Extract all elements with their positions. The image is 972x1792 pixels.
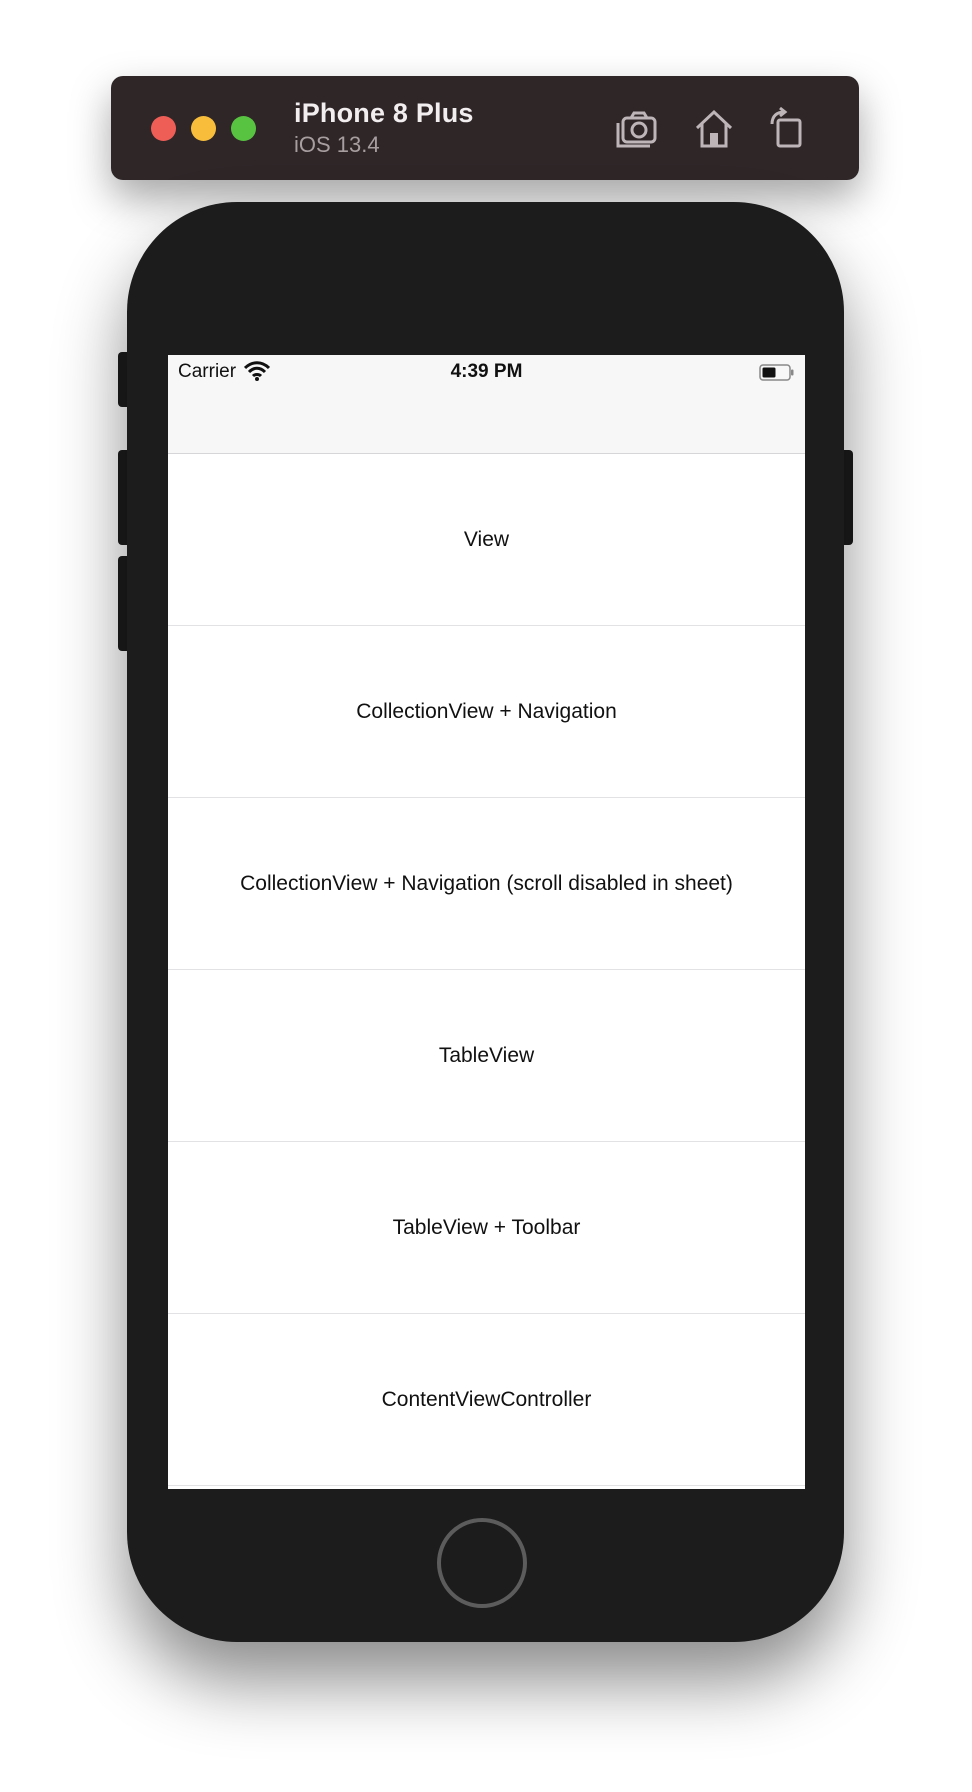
list-item-collectionview-navigation-scroll-disabled[interactable]: CollectionView + Navigation (scroll disa… [168,798,805,970]
simulator-stage: iPhone 8 Plus iOS 13.4 Carrier 4:39 PM V… [0,0,972,1792]
list-item-tableview[interactable]: TableView [168,970,805,1142]
list-item-contentviewcontroller[interactable]: ContentViewController [168,1314,805,1486]
status-time: 4:39 PM [450,361,523,382]
minimize-window-button[interactable] [191,116,216,141]
phone-screen: Carrier 4:39 PM View CollectionView + Na… [168,355,805,1489]
os-version: iOS 13.4 [294,132,380,157]
list-item-collectionview-navigation[interactable]: CollectionView + Navigation [168,626,805,798]
home-button[interactable] [437,1518,527,1608]
list-item-tableview-toolbar[interactable]: TableView + Toolbar [168,1142,805,1314]
device-name: iPhone 8 Plus [294,98,474,128]
menu-list: View CollectionView + Navigation Collect… [168,454,805,1486]
rotate-icon[interactable] [764,106,810,150]
list-item-view[interactable]: View [168,454,805,626]
camera-icon[interactable] [614,106,660,150]
battery-icon [759,364,794,381]
status-bar: Carrier 4:39 PM [168,355,805,389]
zoom-window-button[interactable] [231,116,256,141]
simulator-title-bar: iPhone 8 Plus iOS 13.4 [111,76,859,180]
home-icon[interactable] [691,106,737,150]
navigation-bar [168,389,805,454]
close-window-button[interactable] [151,116,176,141]
